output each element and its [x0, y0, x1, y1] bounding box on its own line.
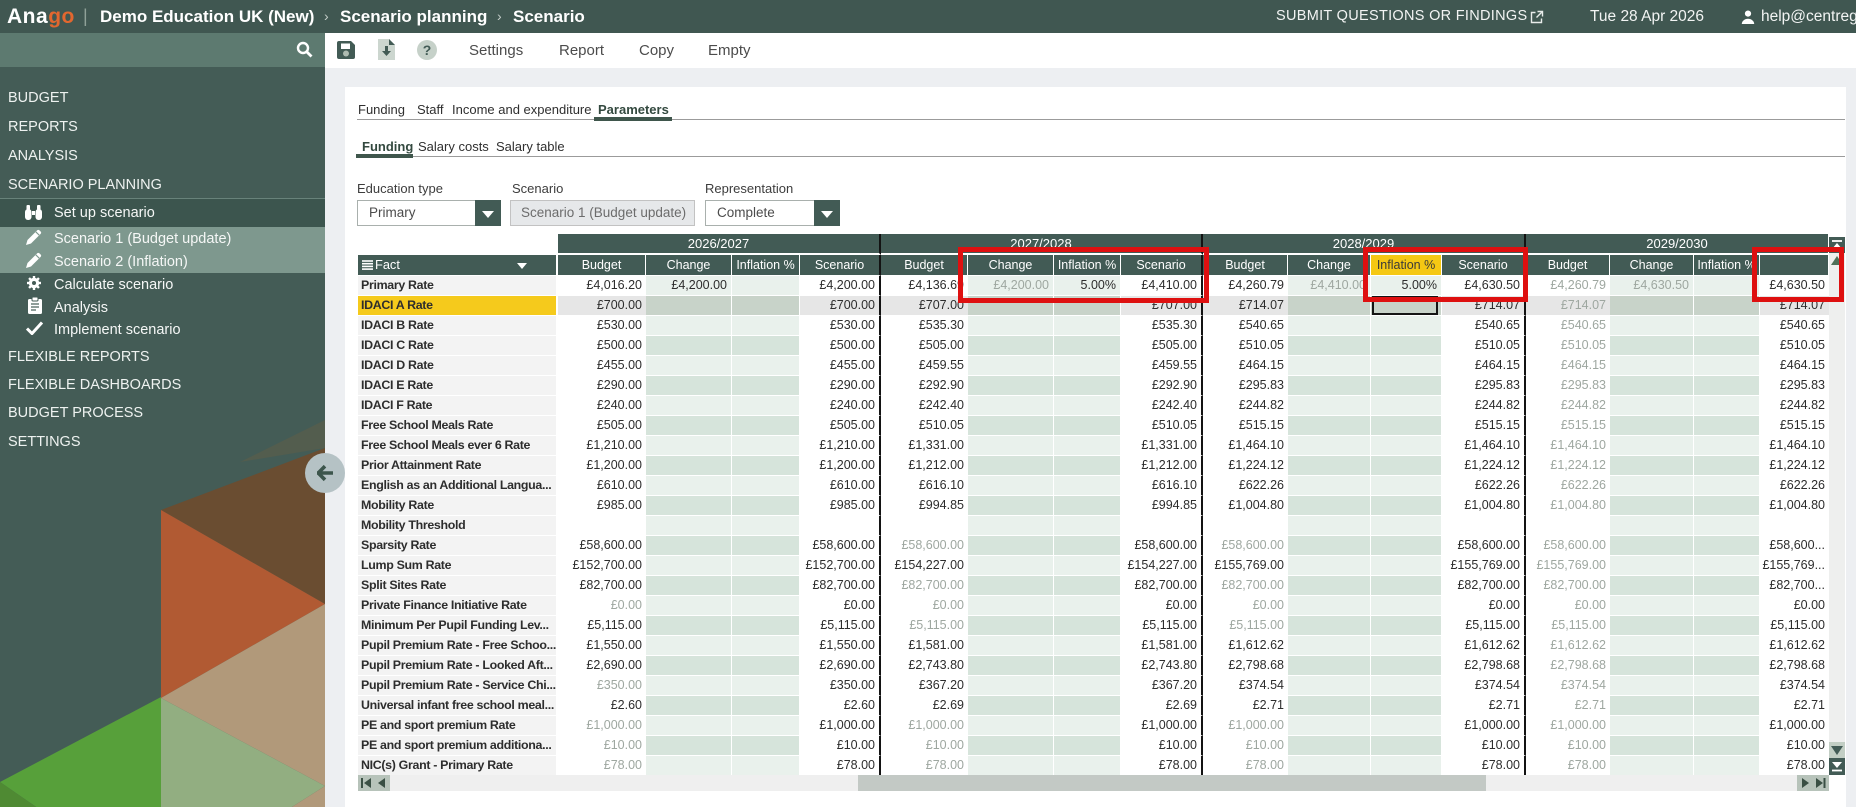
svg-text:?: ?: [423, 42, 432, 58]
